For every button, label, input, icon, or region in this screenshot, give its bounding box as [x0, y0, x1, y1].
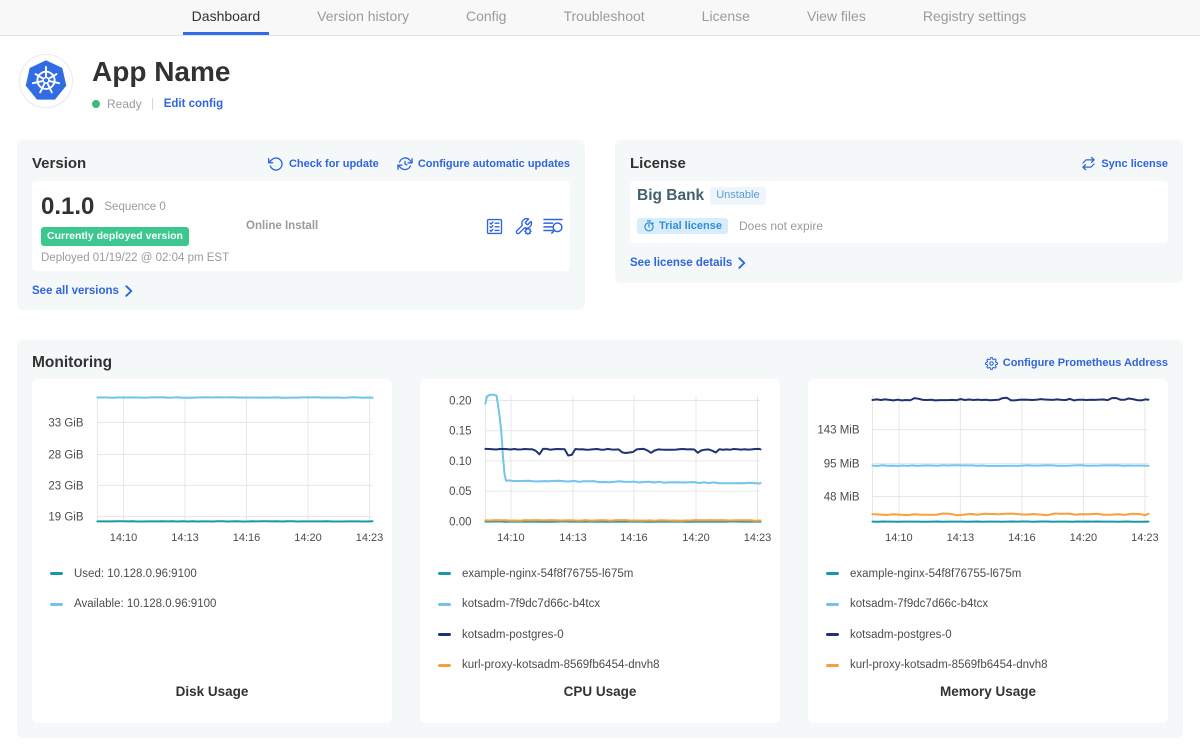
- svg-text:14:16: 14:16: [620, 532, 648, 544]
- svg-text:0.00: 0.00: [449, 516, 471, 528]
- svg-text:14:10: 14:10: [110, 532, 138, 544]
- svg-text:14:20: 14:20: [1070, 532, 1098, 544]
- svg-text:0.15: 0.15: [449, 426, 471, 438]
- svg-text:14:16: 14:16: [1008, 532, 1036, 544]
- svg-text:0.05: 0.05: [449, 486, 471, 498]
- svg-text:14:13: 14:13: [559, 532, 587, 544]
- svg-text:14:23: 14:23: [744, 532, 772, 544]
- svg-text:0.10: 0.10: [449, 456, 471, 468]
- svg-text:33 GiB: 33 GiB: [48, 417, 83, 429]
- svg-text:14:16: 14:16: [233, 532, 261, 544]
- svg-text:14:13: 14:13: [171, 532, 199, 544]
- svg-text:14:10: 14:10: [885, 532, 913, 544]
- svg-text:14:13: 14:13: [947, 532, 975, 544]
- svg-text:14:20: 14:20: [682, 532, 710, 544]
- svg-text:48 MiB: 48 MiB: [824, 492, 860, 504]
- svg-text:14:10: 14:10: [497, 532, 525, 544]
- svg-text:14:20: 14:20: [294, 532, 322, 544]
- svg-text:95 MiB: 95 MiB: [824, 459, 860, 471]
- svg-text:23 GiB: 23 GiB: [48, 480, 83, 492]
- svg-text:14:23: 14:23: [1131, 532, 1159, 544]
- svg-text:14:23: 14:23: [356, 532, 384, 544]
- svg-text:143 MiB: 143 MiB: [817, 425, 860, 437]
- svg-text:0.20: 0.20: [449, 396, 471, 408]
- svg-text:28 GiB: 28 GiB: [48, 450, 83, 462]
- svg-text:19 GiB: 19 GiB: [48, 512, 83, 524]
